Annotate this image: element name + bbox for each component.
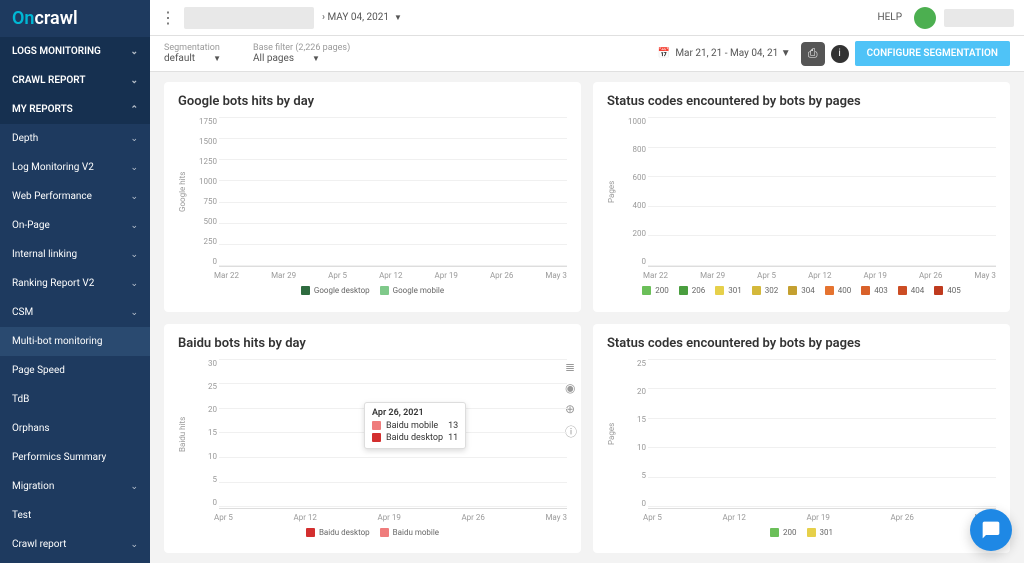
base-filter-label: Base filter (2,226 pages) xyxy=(253,43,350,53)
sidebar-item-page-speed[interactable]: Page Speed xyxy=(0,356,150,385)
sidebar-item-log-monitoring-v2[interactable]: Log Monitoring V2⌄ xyxy=(0,153,150,182)
sidebar-item-internal-linking[interactable]: Internal linking⌄ xyxy=(0,240,150,269)
export-button[interactable]: ⎙ xyxy=(801,42,825,66)
chart-plot[interactable]: 17501500125010007505002500 xyxy=(219,117,567,267)
chevron-down-icon: ⌄ xyxy=(130,540,138,550)
y-axis-label: Baidu hits xyxy=(178,359,187,509)
chevron-down-icon: ⌄ xyxy=(130,308,138,318)
sidebar-item-ranking-report-v2[interactable]: Ranking Report V2⌄ xyxy=(0,269,150,298)
base-filter-select[interactable]: All pages▼ xyxy=(253,53,336,64)
chart-card-baidu_hits: Baidu bots hits by day≣◉⊕ⓘBaidu hits3025… xyxy=(164,324,581,554)
sidebar-item-multi-bot-monitoring[interactable]: Multi-bot monitoring xyxy=(0,327,150,356)
chevron-down-icon: ⌄ xyxy=(130,134,138,144)
chevron-down-icon: ⌄ xyxy=(130,192,138,202)
caret-down-icon: ▼ xyxy=(781,48,791,59)
chevron-down-icon: ⌄ xyxy=(130,279,138,289)
chart-plot[interactable]: 10008006004002000 xyxy=(648,117,996,267)
chart-title: Google bots hits by day xyxy=(178,94,567,109)
segmentation-select[interactable]: default▼ xyxy=(164,53,221,64)
filter-bar: Segmentation default▼ Base filter (2,226… xyxy=(150,36,1024,72)
chevron-down-icon: ⌄ xyxy=(130,47,138,57)
sidebar-item-tdb[interactable]: TdB xyxy=(0,385,150,414)
legend-item[interactable]: 200 xyxy=(770,528,797,537)
calendar-icon: 📅 xyxy=(658,48,670,59)
sidebar: Oncrawl LOGS MONITORING⌄ CRAWL REPORT⌄ M… xyxy=(0,0,150,563)
legend: 200 206 301 302 304 400 403 404 405 xyxy=(607,286,996,295)
legend-item[interactable]: 301 xyxy=(715,286,742,295)
sidebar-item-csm[interactable]: CSM⌄ xyxy=(0,298,150,327)
legend-item[interactable]: 400 xyxy=(825,286,852,295)
segmentation-label: Segmentation xyxy=(164,43,235,53)
sidebar-item-depth[interactable]: Depth⌄ xyxy=(0,124,150,153)
caret-down-icon: ▼ xyxy=(394,13,402,22)
y-axis-label: Pages xyxy=(607,359,616,509)
legend-item[interactable]: 301 xyxy=(807,528,834,537)
chart-card-google_hits: Google bots hits by day Google hits 175015… xyxy=(164,82,581,312)
chart-card-google_status: Status codes encountered by bots by page… xyxy=(593,82,1010,312)
nav-logs-monitoring[interactable]: LOGS MONITORING⌄ xyxy=(0,37,150,66)
chart-card-baidu_status: Status codes encountered by bots by page… xyxy=(593,324,1010,554)
y-axis-label: Pages xyxy=(607,117,616,267)
sidebar-item-on-page[interactable]: On-Page⌄ xyxy=(0,211,150,240)
user-menu[interactable] xyxy=(944,9,1014,27)
legend-item[interactable]: Google desktop xyxy=(301,286,370,295)
chart-title: Status codes encountered by bots by page… xyxy=(607,94,996,109)
sidebar-item-migration[interactable]: Migration⌄ xyxy=(0,472,150,501)
avatar[interactable] xyxy=(914,7,936,29)
sidebar-item-orphans[interactable]: Orphans xyxy=(0,414,150,443)
chart-title: Status codes encountered by bots by page… xyxy=(607,336,996,351)
caret-down-icon: ▼ xyxy=(213,54,221,63)
legend: Baidu desktop Baidu mobile xyxy=(178,528,567,537)
chevron-up-icon: ⌃ xyxy=(130,105,138,115)
legend-item[interactable]: Baidu desktop xyxy=(306,528,370,537)
legend-item[interactable]: Baidu mobile xyxy=(380,528,439,537)
chevron-down-icon: ⌄ xyxy=(130,76,138,86)
legend-item[interactable]: 200 xyxy=(642,286,669,295)
nav-crawl-report[interactable]: CRAWL REPORT⌄ xyxy=(0,66,150,95)
chart-title: Baidu bots hits by day xyxy=(178,336,567,351)
legend-item[interactable]: Google mobile xyxy=(380,286,444,295)
chevron-down-icon: ⌄ xyxy=(130,163,138,173)
chart-plot[interactable]: 302520151050 xyxy=(219,359,567,509)
nav-my-reports[interactable]: MY REPORTS⌃ xyxy=(0,95,150,124)
legend-item[interactable]: 405 xyxy=(934,286,961,295)
sidebar-item-web-performance[interactable]: Web Performance⌄ xyxy=(0,182,150,211)
date-selector[interactable]: › MAY 04, 2021▼ xyxy=(322,12,402,23)
date-range-picker[interactable]: 📅Mar 21, 21 - May 04, 21 ▼ xyxy=(658,48,791,59)
logo: Oncrawl xyxy=(0,0,150,37)
chevron-down-icon: ⌄ xyxy=(130,250,138,260)
more-icon[interactable]: ⋮ xyxy=(160,8,176,27)
legend-item[interactable]: 302 xyxy=(752,286,779,295)
legend: 200 301 xyxy=(607,528,996,537)
legend-item[interactable]: 404 xyxy=(898,286,925,295)
configure-segmentation-button[interactable]: CONFIGURE SEGMENTATION xyxy=(855,41,1010,66)
legend-item[interactable]: 403 xyxy=(861,286,888,295)
y-axis-label: Google hits xyxy=(178,117,187,267)
info-icon[interactable]: i xyxy=(831,45,849,63)
help-link[interactable]: HELP xyxy=(877,12,902,23)
sidebar-item-test[interactable]: Test xyxy=(0,501,150,530)
caret-down-icon: ▼ xyxy=(312,54,320,63)
project-selector[interactable] xyxy=(184,7,314,29)
topbar: ⋮ › MAY 04, 2021▼ HELP xyxy=(150,0,1024,36)
chart-plot[interactable]: 2520151050 xyxy=(648,359,996,509)
chat-fab[interactable] xyxy=(970,509,1012,551)
chevron-down-icon: ⌄ xyxy=(130,482,138,492)
sidebar-item-crawl-report[interactable]: Crawl report⌄ xyxy=(0,530,150,559)
legend-item[interactable]: 304 xyxy=(788,286,815,295)
legend: Google desktop Google mobile xyxy=(178,286,567,295)
legend-item[interactable]: 206 xyxy=(679,286,706,295)
sidebar-item-performics-summary[interactable]: Performics Summary xyxy=(0,443,150,472)
chevron-down-icon: ⌄ xyxy=(130,221,138,231)
